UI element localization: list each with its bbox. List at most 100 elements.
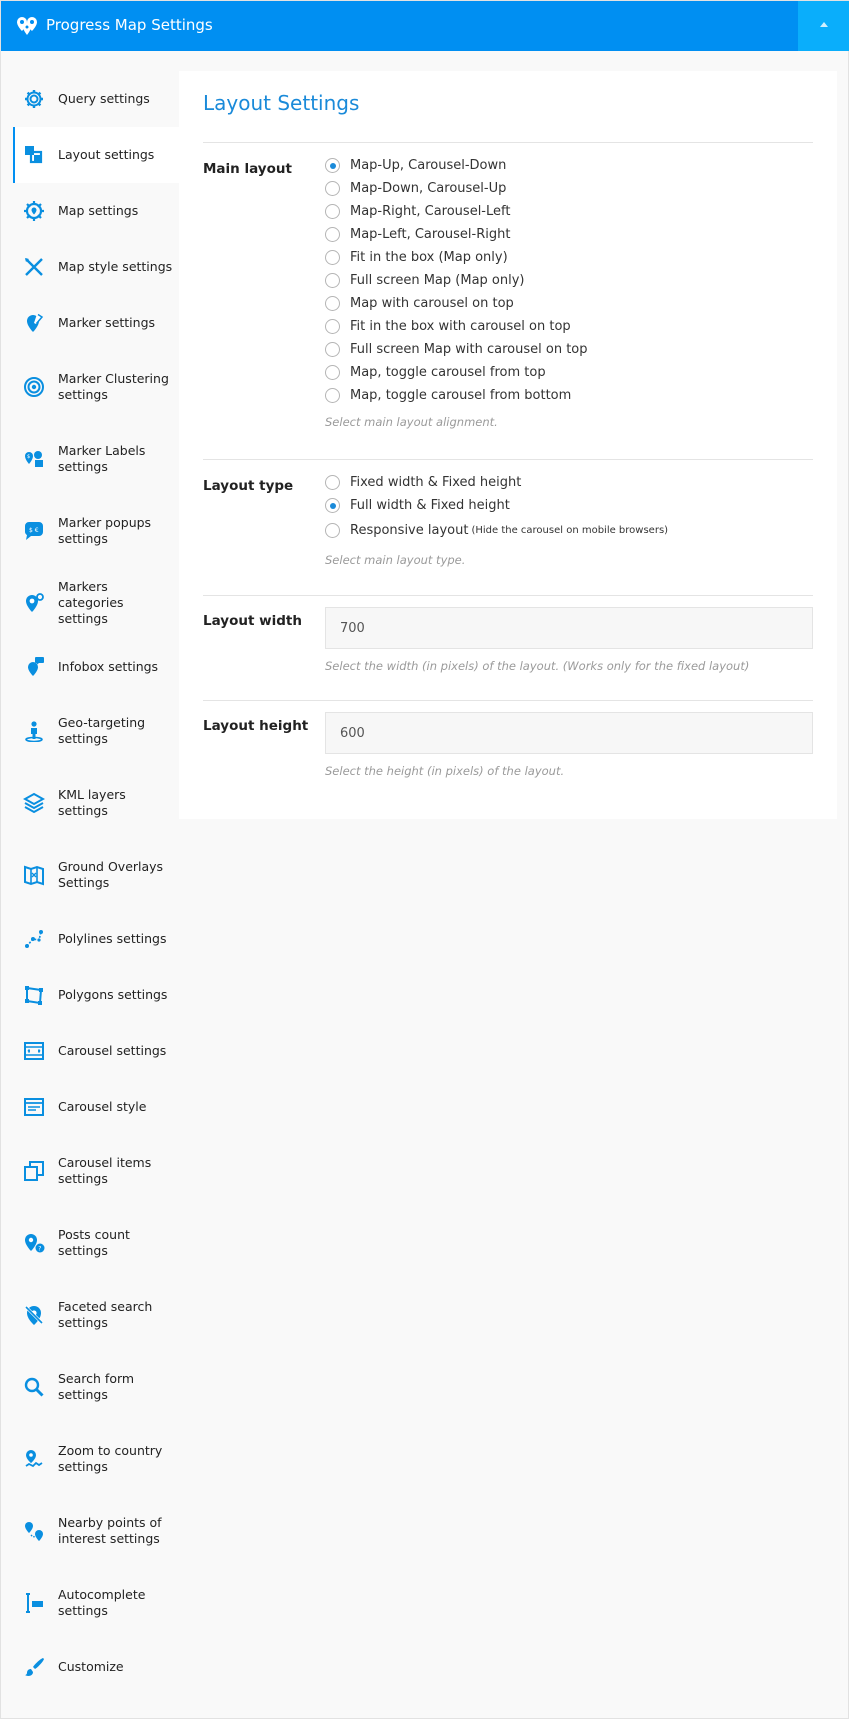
radio-label: Map, toggle carousel from bottom [350,388,572,403]
sidebar-item-posts-count-settings[interactable]: ? Posts count settings [13,1207,179,1279]
sidebar-item-zoom-to-country-settings[interactable]: Zoom to country settings [13,1423,179,1495]
sidebar-item-search-form-settings[interactable]: Search form settings [13,1351,179,1423]
sidebar-item-marker-clustering-settings[interactable]: Marker Clustering settings [13,351,179,423]
radio-note: (Hide the carousel on mobile browsers) [471,524,669,536]
layout-settings-panel: Layout Settings Main layout Map-Up, Caro… [179,71,837,819]
sidebar-item-polygons-settings[interactable]: Polygons settings [13,967,179,1023]
paintbrush-icon [23,1656,45,1678]
zoom-country-icon [23,1448,45,1470]
radio-button[interactable] [325,181,340,196]
sidebar-item-query-settings[interactable]: Query settings [13,71,179,127]
sidebar-item-label: Zoom to country settings [58,1443,163,1474]
radio-label: Responsive layout [350,522,469,538]
radio-button[interactable] [325,522,340,538]
svg-text:?: ? [38,1245,41,1252]
radio-button[interactable] [325,475,340,490]
sidebar-item-label: Markers categories settings [58,579,124,626]
carousel-style-icon [23,1096,45,1118]
settings-sidebar: Query settings Layout settings Map setting… [13,71,179,1695]
sidebar-item-map-style-settings[interactable]: Map style settings [13,239,179,295]
radio-button[interactable] [325,342,340,357]
sidebar-item-layout-settings[interactable]: Layout settings [13,127,179,183]
layout-type-option[interactable]: Full width & Fixed height [325,494,668,517]
sidebar-item-marker-popups-settings[interactable]: $ € Marker popups settings [13,495,179,567]
nearby-poi-icon [23,1520,45,1542]
layout-type-option[interactable]: Fixed width & Fixed height [325,471,668,494]
radio-button[interactable] [325,227,340,242]
radio-button[interactable] [325,273,340,288]
main-layout-option[interactable]: Map, toggle carousel from top [325,361,588,384]
sidebar-item-customize[interactable]: Customize [13,1639,179,1695]
sidebar-item-label: Layout settings [58,147,155,162]
sidebar-item-carousel-style[interactable]: Carousel style [13,1079,179,1135]
sidebar-item-marker-settings[interactable]: Marker settings [13,295,179,351]
radio-label: Map, toggle carousel from top [350,365,546,380]
progress-map-logo-icon [17,17,37,35]
caret-up-icon [820,22,828,27]
sidebar-item-label: Polylines settings [58,931,167,946]
autocomplete-icon [23,1592,45,1614]
sidebar-item-map-settings[interactable]: Map settings [13,183,179,239]
main-layout-option[interactable]: Full screen Map (Map only) [325,269,588,292]
sidebar-item-markers-categories-settings[interactable]: Markers categories settings [13,567,179,639]
marker-categories-icon [23,592,45,614]
radio-button[interactable] [325,498,340,513]
radio-button[interactable] [325,296,340,311]
sidebar-item-geo-targeting-settings[interactable]: Geo-targeting settings [13,695,179,767]
layout-height-input[interactable] [325,712,813,754]
layout-height-hint: Select the height (in pixels) of the lay… [325,764,565,778]
sidebar-item-nearby-points-of-interest-settings[interactable]: Nearby points of interest settings [13,1495,179,1567]
sidebar-item-carousel-items-settings[interactable]: Carousel items settings [13,1135,179,1207]
main-layout-option[interactable]: Map-Up, Carousel-Down [325,154,588,177]
layout-icon [23,144,45,166]
radio-button[interactable] [325,204,340,219]
radio-button[interactable] [325,158,340,173]
sidebar-item-autocomplete-settings[interactable]: Autocomplete settings [13,1567,179,1639]
radio-label: Map-Up, Carousel-Down [350,158,507,173]
sidebar-item-label: Search form settings [58,1371,135,1402]
main-layout-option[interactable]: Map-Down, Carousel-Up [325,177,588,200]
layout-width-input[interactable] [325,607,813,649]
main-layout-radio-group: Map-Up, Carousel-Down Map-Down, Carousel-… [325,154,588,407]
radio-label: Full screen Map (Map only) [350,273,525,288]
sidebar-item-polylines-settings[interactable]: Polylines settings [13,911,179,967]
sidebar-item-label: Customize [58,1659,124,1674]
radio-button[interactable] [325,319,340,334]
sidebar-item-label: Carousel settings [58,1043,167,1058]
sidebar-item-label: Polygons settings [58,987,168,1002]
sidebar-item-infobox-settings[interactable]: Infobox settings [13,639,179,695]
collapse-toggle-button[interactable] [798,1,849,51]
main-layout-option[interactable]: Fit in the box with carousel on top [325,315,588,338]
radio-button[interactable] [325,365,340,380]
marker-pen-icon [23,312,45,334]
layout-width-hint: Select the width (in pixels) of the layo… [325,659,750,673]
divider [203,595,813,596]
radio-button[interactable] [325,388,340,403]
faceted-search-icon [23,1304,45,1326]
sidebar-item-label: Marker popups settings [58,515,152,546]
sidebar-item-carousel-settings[interactable]: Carousel settings [13,1023,179,1079]
sidebar-item-label: Infobox settings [58,659,159,674]
posts-count-icon: ? [23,1232,45,1254]
polygon-icon [23,984,45,1006]
layout-type-option[interactable]: Responsive layout (Hide the carousel on m… [325,517,668,543]
main-layout-option[interactable]: Map with carousel on top [325,292,588,315]
carousel-items-icon [23,1160,45,1182]
sidebar-item-marker-labels-settings[interactable]: $ Marker Labels settings [13,423,179,495]
sidebar-item-ground-overlays-settings[interactable]: Ground Overlays Settings [13,839,179,911]
main-layout-option[interactable]: Map-Left, Carousel-Right [325,223,588,246]
sidebar-item-label: Nearby points of interest settings [58,1515,162,1546]
marker-labels-icon: $ [23,448,45,470]
map-gear-icon [23,200,45,222]
radio-button[interactable] [325,250,340,265]
main-layout-option[interactable]: Full screen Map with carousel on top [325,338,588,361]
main-layout-option[interactable]: Map-Right, Carousel-Left [325,200,588,223]
divider [203,142,813,143]
main-layout-option[interactable]: Map, toggle carousel from bottom [325,384,588,407]
sidebar-item-faceted-search-settings[interactable]: Faceted search settings [13,1279,179,1351]
radio-label: Fixed width & Fixed height [350,475,522,490]
gear-icon [23,88,45,110]
main-layout-option[interactable]: Fit in the box (Map only) [325,246,588,269]
svg-text:$: $ [27,454,30,460]
sidebar-item-kml-layers-settings[interactable]: KML layers settings [13,767,179,839]
